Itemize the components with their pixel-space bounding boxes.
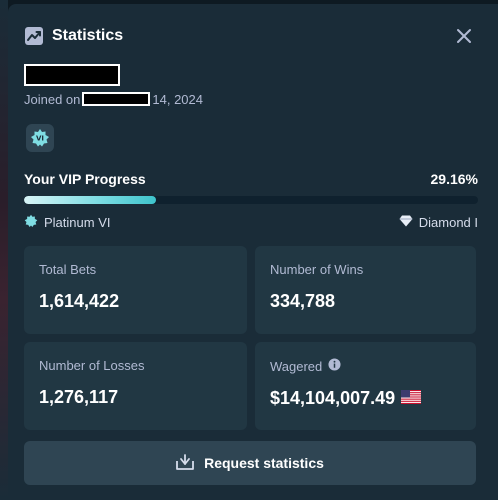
close-icon[interactable] — [454, 26, 474, 46]
stat-value: 1,614,422 — [39, 291, 120, 311]
vip-progress-percent: 29.16% — [430, 171, 478, 187]
stat-value: 1,276,117 — [39, 387, 119, 407]
stat-card-wagered: Wagered $14,104,007.49 — [255, 342, 476, 430]
stat-value-wagered: $14,104,007.49 — [270, 388, 461, 409]
stat-label: Number of Losses — [39, 358, 145, 373]
stat-value: $14,104,007.49 — [270, 388, 396, 408]
next-tier: Diamond I — [399, 215, 478, 230]
joined-prefix: Joined on — [24, 91, 81, 107]
vip-tiers: Platinum VI Diamond I — [24, 212, 478, 232]
stat-value: 334,788 — [270, 291, 336, 311]
stat-card-wins: Number of Wins 334,788 — [255, 246, 476, 334]
current-tier: Platinum VI — [24, 214, 110, 231]
platinum-badge-icon — [24, 214, 38, 231]
modal-header: Statistics — [24, 22, 482, 50]
download-tray-icon — [176, 453, 194, 473]
redacted-date — [82, 92, 151, 106]
stat-label: Number of Wins — [270, 262, 364, 277]
stat-card-losses: Number of Losses 1,276,117 — [24, 342, 247, 430]
vip-progress-row: Your VIP Progress 29.16% — [24, 169, 478, 189]
stat-label-wagered: Wagered — [270, 358, 461, 374]
background-page — [0, 0, 8, 500]
vip-badge-glyph: VI — [36, 135, 44, 143]
current-tier-label: Platinum VI — [44, 214, 111, 230]
request-statistics-button[interactable]: Request statistics — [24, 441, 476, 485]
info-icon[interactable] — [328, 358, 341, 374]
us-flag-icon — [401, 388, 422, 409]
stat-label: Wagered — [270, 358, 323, 374]
vip-progress-bar — [24, 196, 478, 204]
vip-badge-icon: VI — [26, 124, 54, 152]
stat-card-total-bets: Total Bets 1,614,422 — [24, 246, 247, 334]
next-tier-label: Diamond I — [418, 214, 478, 230]
diamond-icon — [399, 215, 413, 230]
vip-progress-label: Your VIP Progress — [24, 171, 146, 187]
stats-grid: Total Bets 1,614,422 Number of Wins 334,… — [24, 246, 476, 432]
joined-date: Joined on 14, 2024 — [24, 90, 203, 108]
trending-chart-icon — [24, 26, 44, 46]
redacted-username — [24, 64, 120, 86]
request-statistics-label: Request statistics — [204, 455, 324, 471]
vip-progress-fill — [24, 196, 157, 204]
modal-title: Statistics — [52, 27, 124, 44]
statistics-modal: Statistics Joined on 14, 2024 VI Your VI… — [8, 4, 498, 500]
stat-label: Total Bets — [39, 262, 97, 277]
joined-suffix: 14, 2024 — [152, 91, 203, 107]
